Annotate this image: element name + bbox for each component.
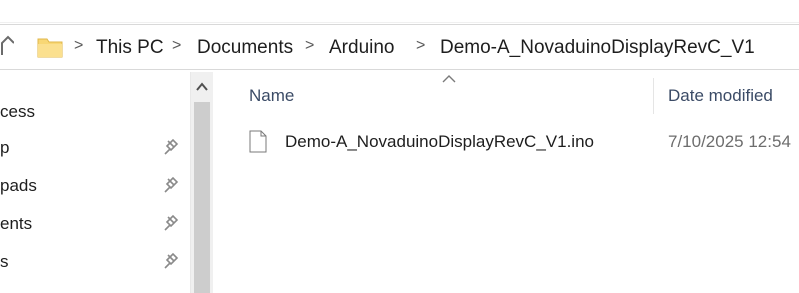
scroll-up-icon[interactable] <box>196 82 208 92</box>
nav-item-label: pads <box>0 176 37 195</box>
breadcrumb-separator: > <box>305 37 315 54</box>
file-date-modified: 7/10/2025 12:54 <box>668 132 791 151</box>
nav-item-label: ents <box>0 214 33 233</box>
pin-icon <box>164 138 179 155</box>
nav-item-label: p <box>0 138 10 157</box>
file-name: Demo-A_NovaduinoDisplayRevC_V1.ino <box>285 132 594 151</box>
address-bar[interactable]: > This PC > Documents > Arduino > Demo-A… <box>0 24 799 70</box>
breadcrumb-documents[interactable]: Documents <box>197 37 293 59</box>
sort-ascending-icon <box>442 75 456 83</box>
document-icon <box>249 130 267 153</box>
breadcrumb-separator: > <box>416 37 426 54</box>
nav-item-quick-access[interactable]: cess <box>0 102 190 126</box>
up-arrow-icon[interactable] <box>0 35 14 59</box>
folder-icon <box>37 38 63 58</box>
nav-item-pictures[interactable]: s <box>0 252 190 276</box>
breadcrumb-this-pc[interactable]: This PC <box>96 37 164 59</box>
column-divider[interactable] <box>653 78 654 114</box>
nav-item-desktop[interactable]: p <box>0 138 190 162</box>
nav-item-downloads[interactable]: pads <box>0 176 190 200</box>
pin-icon <box>164 252 179 269</box>
breadcrumb-separator: > <box>74 37 84 54</box>
window-top-strip <box>0 0 799 23</box>
file-list: Name Date modified Demo-A_NovaduinoDispl… <box>213 72 799 293</box>
column-header-name[interactable]: Name <box>249 86 294 106</box>
pin-icon <box>164 214 179 231</box>
pin-icon <box>164 176 179 193</box>
breadcrumb-separator: > <box>172 37 182 54</box>
breadcrumb-current-folder[interactable]: Demo-A_NovaduinoDisplayRevC_V1 <box>440 37 755 59</box>
breadcrumb-arduino[interactable]: Arduino <box>329 37 395 59</box>
file-row[interactable]: Demo-A_NovaduinoDisplayRevC_V1.ino 7/10/… <box>249 128 799 158</box>
column-header-date-modified[interactable]: Date modified <box>668 86 773 106</box>
nav-item-documents[interactable]: ents <box>0 214 190 238</box>
navigation-pane: cess p pads ents s <box>0 72 190 293</box>
nav-item-label: cess <box>0 102 35 121</box>
nav-scrollbar[interactable] <box>190 72 213 293</box>
nav-item-label: s <box>0 252 9 271</box>
scroll-thumb[interactable] <box>194 102 210 293</box>
